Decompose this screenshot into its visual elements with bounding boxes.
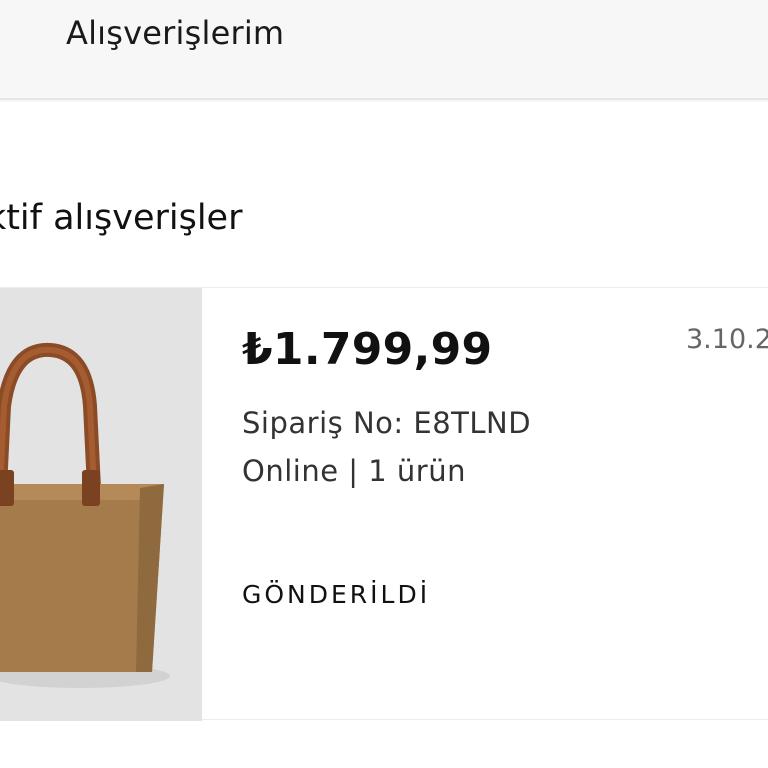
top-header: Alışverişlerim [0,0,768,100]
order-status: GÖNDERİLDİ [242,580,431,609]
product-image[interactable] [0,288,202,721]
order-date: 3.10.2 [686,324,768,355]
tote-bag-image [0,288,202,721]
section-title: Aktif alışverişler [0,198,243,238]
order-card[interactable]: ₺1.799,99 3.10.2 Sipariş No: E8TLND Onli… [0,287,768,721]
order-channel-and-count: Online | 1 ürün [242,454,466,488]
order-price: ₺1.799,99 [242,324,493,375]
main-content: Aktif alışverişler ₺1.799,99 3.10.2 Sipa… [0,102,768,768]
order-number: Sipariş No: E8TLND [242,406,532,440]
page-title: Alışverişlerim [66,14,285,52]
